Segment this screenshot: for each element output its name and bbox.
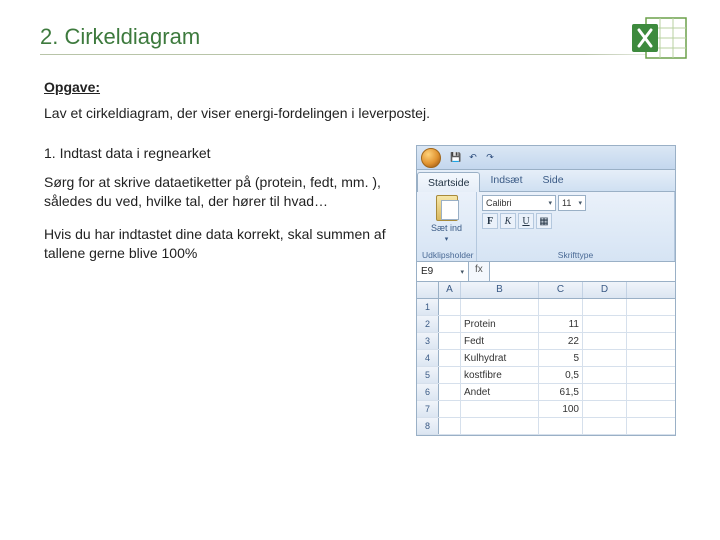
cell[interactable]: 0,5 xyxy=(539,367,583,383)
cell[interactable] xyxy=(583,333,627,349)
step-1-title: 1. Indtast data i regnearket xyxy=(44,145,392,161)
cell[interactable] xyxy=(439,384,461,400)
cell[interactable] xyxy=(583,299,627,315)
font-group-label: Skrifttype xyxy=(482,250,669,260)
cell[interactable] xyxy=(461,299,539,315)
cell[interactable]: Fedt xyxy=(461,333,539,349)
row-header[interactable]: 7 xyxy=(417,401,439,417)
paste-button[interactable]: Sæt ind ▾ xyxy=(422,195,471,243)
cell[interactable] xyxy=(439,333,461,349)
cell[interactable] xyxy=(583,418,627,434)
table-row: 8 xyxy=(417,418,675,435)
row-header[interactable]: 5 xyxy=(417,367,439,383)
fx-label: fx xyxy=(469,262,489,281)
underline-button[interactable]: U xyxy=(518,213,534,229)
cell[interactable]: Andet xyxy=(461,384,539,400)
table-row: 5 kostfibre 0,5 xyxy=(417,367,675,384)
page-title: 2. Cirkeldiagram xyxy=(40,24,680,50)
tab-layout[interactable]: Side xyxy=(533,170,574,191)
cell[interactable]: 61,5 xyxy=(539,384,583,400)
cell[interactable] xyxy=(583,316,627,332)
col-header-c[interactable]: C xyxy=(539,282,583,298)
cell[interactable] xyxy=(583,384,627,400)
cell[interactable] xyxy=(461,418,539,434)
col-header-a[interactable]: A xyxy=(439,282,461,298)
row-header[interactable]: 6 xyxy=(417,384,439,400)
cell[interactable]: 100 xyxy=(539,401,583,417)
paste-icon xyxy=(436,195,458,221)
font-size-value: 11 xyxy=(562,198,571,208)
cell[interactable]: kostfibre xyxy=(461,367,539,383)
redo-icon[interactable]: ↷ xyxy=(483,151,497,165)
cell[interactable]: Protein xyxy=(461,316,539,332)
table-row: 4 Kulhydrat 5 xyxy=(417,350,675,367)
table-row: 3 Fedt 22 xyxy=(417,333,675,350)
cell[interactable] xyxy=(461,401,539,417)
office-button[interactable] xyxy=(421,148,441,168)
table-row: 1 xyxy=(417,299,675,316)
table-row: 2 Protein 11 xyxy=(417,316,675,333)
border-button[interactable]: ▦ xyxy=(536,213,552,229)
excel-logo-icon xyxy=(630,14,690,62)
cell[interactable] xyxy=(539,418,583,434)
row-header[interactable]: 4 xyxy=(417,350,439,366)
clipboard-group-label: Udklipsholder xyxy=(422,250,471,260)
cell[interactable]: 11 xyxy=(539,316,583,332)
row-header[interactable]: 3 xyxy=(417,333,439,349)
cell[interactable] xyxy=(439,299,461,315)
save-icon[interactable]: 💾 xyxy=(449,151,463,165)
cell[interactable]: 22 xyxy=(539,333,583,349)
task-intro: Lav et cirkeldiagram, der viser energi-f… xyxy=(44,105,676,121)
name-box-value: E9 xyxy=(421,266,433,277)
bold-button[interactable]: F xyxy=(482,213,498,229)
cell[interactable] xyxy=(583,367,627,383)
excel-screenshot: 💾 ↶ ↷ Startside Indsæt Side Sæt ind ▾ xyxy=(416,145,676,436)
cell[interactable]: 5 xyxy=(539,350,583,366)
formula-bar[interactable] xyxy=(489,262,675,281)
chevron-down-icon: ▾ xyxy=(445,235,449,243)
cell[interactable] xyxy=(439,367,461,383)
select-all-corner[interactable] xyxy=(417,282,439,298)
table-row: 7 100 xyxy=(417,401,675,418)
font-size-select[interactable]: 11 ▾ xyxy=(558,195,586,211)
col-header-b[interactable]: B xyxy=(461,282,539,298)
cell[interactable] xyxy=(439,418,461,434)
chevron-down-icon: ▾ xyxy=(460,268,464,276)
paste-label: Sæt ind xyxy=(431,223,462,233)
title-underline xyxy=(40,54,680,55)
cell[interactable] xyxy=(439,350,461,366)
cell[interactable] xyxy=(583,401,627,417)
italic-button[interactable]: K xyxy=(500,213,516,229)
row-header[interactable]: 2 xyxy=(417,316,439,332)
cell[interactable] xyxy=(583,350,627,366)
row-header[interactable]: 1 xyxy=(417,299,439,315)
row-header[interactable]: 8 xyxy=(417,418,439,434)
cell[interactable] xyxy=(439,316,461,332)
chevron-down-icon: ▾ xyxy=(548,199,552,207)
step-1-para-2: Hvis du har indtastet dine data korrekt,… xyxy=(44,225,392,263)
tab-home[interactable]: Startside xyxy=(417,172,480,192)
step-1-para-1: Sørg for at skrive dataetiketter på (pro… xyxy=(44,173,392,211)
font-name-select[interactable]: Calibri ▾ xyxy=(482,195,556,211)
tab-insert[interactable]: Indsæt xyxy=(480,170,532,191)
cell[interactable]: Kulhydrat xyxy=(461,350,539,366)
chevron-down-icon: ▾ xyxy=(578,199,582,207)
font-name-value: Calibri xyxy=(486,198,512,208)
task-heading: Opgave: xyxy=(44,79,676,95)
table-row: 6 Andet 61,5 xyxy=(417,384,675,401)
name-box[interactable]: E9 ▾ xyxy=(417,262,469,281)
cell[interactable] xyxy=(539,299,583,315)
cell[interactable] xyxy=(439,401,461,417)
col-header-d[interactable]: D xyxy=(583,282,627,298)
undo-icon[interactable]: ↶ xyxy=(466,151,480,165)
